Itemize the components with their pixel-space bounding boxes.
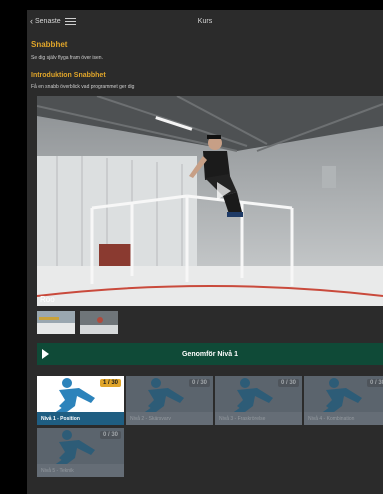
level-card[interactable]: 0 / 30 Nivå 2 - Skärsvarv: [126, 376, 213, 425]
level-card[interactable]: 1 / 30 Nivå 1 - Position: [37, 376, 124, 425]
level-label: Nivå 2 - Skärsvarv: [126, 412, 213, 425]
video-frame: Roo: [37, 96, 383, 306]
thumbnail-image-2: [80, 311, 118, 334]
page-title: Kurs: [197, 17, 213, 25]
section-title: Snabbhet: [31, 40, 68, 49]
progress-badge: 0 / 30: [366, 379, 383, 387]
play-icon[interactable]: [217, 182, 231, 200]
level-label: Nivå 3 - Fraskrörelse: [215, 412, 302, 425]
app-screen: ‹ Senaste Kurs Snabbhet Se dig själv fly…: [27, 10, 383, 494]
video-thumbnail-2[interactable]: [80, 311, 118, 334]
menu-icon[interactable]: [64, 17, 76, 25]
skater-icon: [142, 378, 184, 418]
level-label: Nivå 1 - Position: [37, 412, 124, 425]
skater-icon: [231, 378, 273, 418]
level-card[interactable]: 0 / 30 Nivå 5 - Teknik: [37, 428, 124, 477]
start-level-label: Genomför Nivå 1: [181, 350, 238, 358]
skater-icon: [53, 430, 95, 470]
intro-subtitle: Få en snabb överblick vad programmet ger…: [31, 84, 135, 90]
chevron-left-icon: ‹: [30, 16, 33, 26]
video-watermark: Roo: [40, 295, 55, 304]
progress-badge: 0 / 30: [99, 431, 121, 439]
progress-badge: 0 / 30: [188, 379, 210, 387]
back-button[interactable]: ‹ Senaste: [30, 16, 61, 26]
intro-title: Introduktion Snabbhet: [31, 72, 106, 79]
level-card[interactable]: 0 / 30 Nivå 4 - Kombination: [304, 376, 383, 425]
level-card[interactable]: 0 / 30 Nivå 3 - Fraskrörelse: [215, 376, 302, 425]
progress-badge: 1 / 30: [99, 379, 121, 387]
skater-icon: [320, 378, 362, 418]
back-label: Senaste: [35, 17, 61, 25]
start-level-button[interactable]: Genomför Nivå 1: [37, 343, 383, 365]
video-thumbnail-1[interactable]: [37, 311, 75, 334]
top-bar: ‹ Senaste Kurs: [27, 10, 383, 32]
level-label: Nivå 4 - Kombination: [304, 412, 383, 425]
section-subtitle: Se dig själv flyga fram över isen.: [31, 55, 103, 61]
level-label: Nivå 5 - Teknik: [37, 464, 124, 477]
thumbnail-image-1: [37, 311, 75, 334]
progress-badge: 0 / 30: [277, 379, 299, 387]
video-player[interactable]: Roo: [37, 96, 383, 306]
